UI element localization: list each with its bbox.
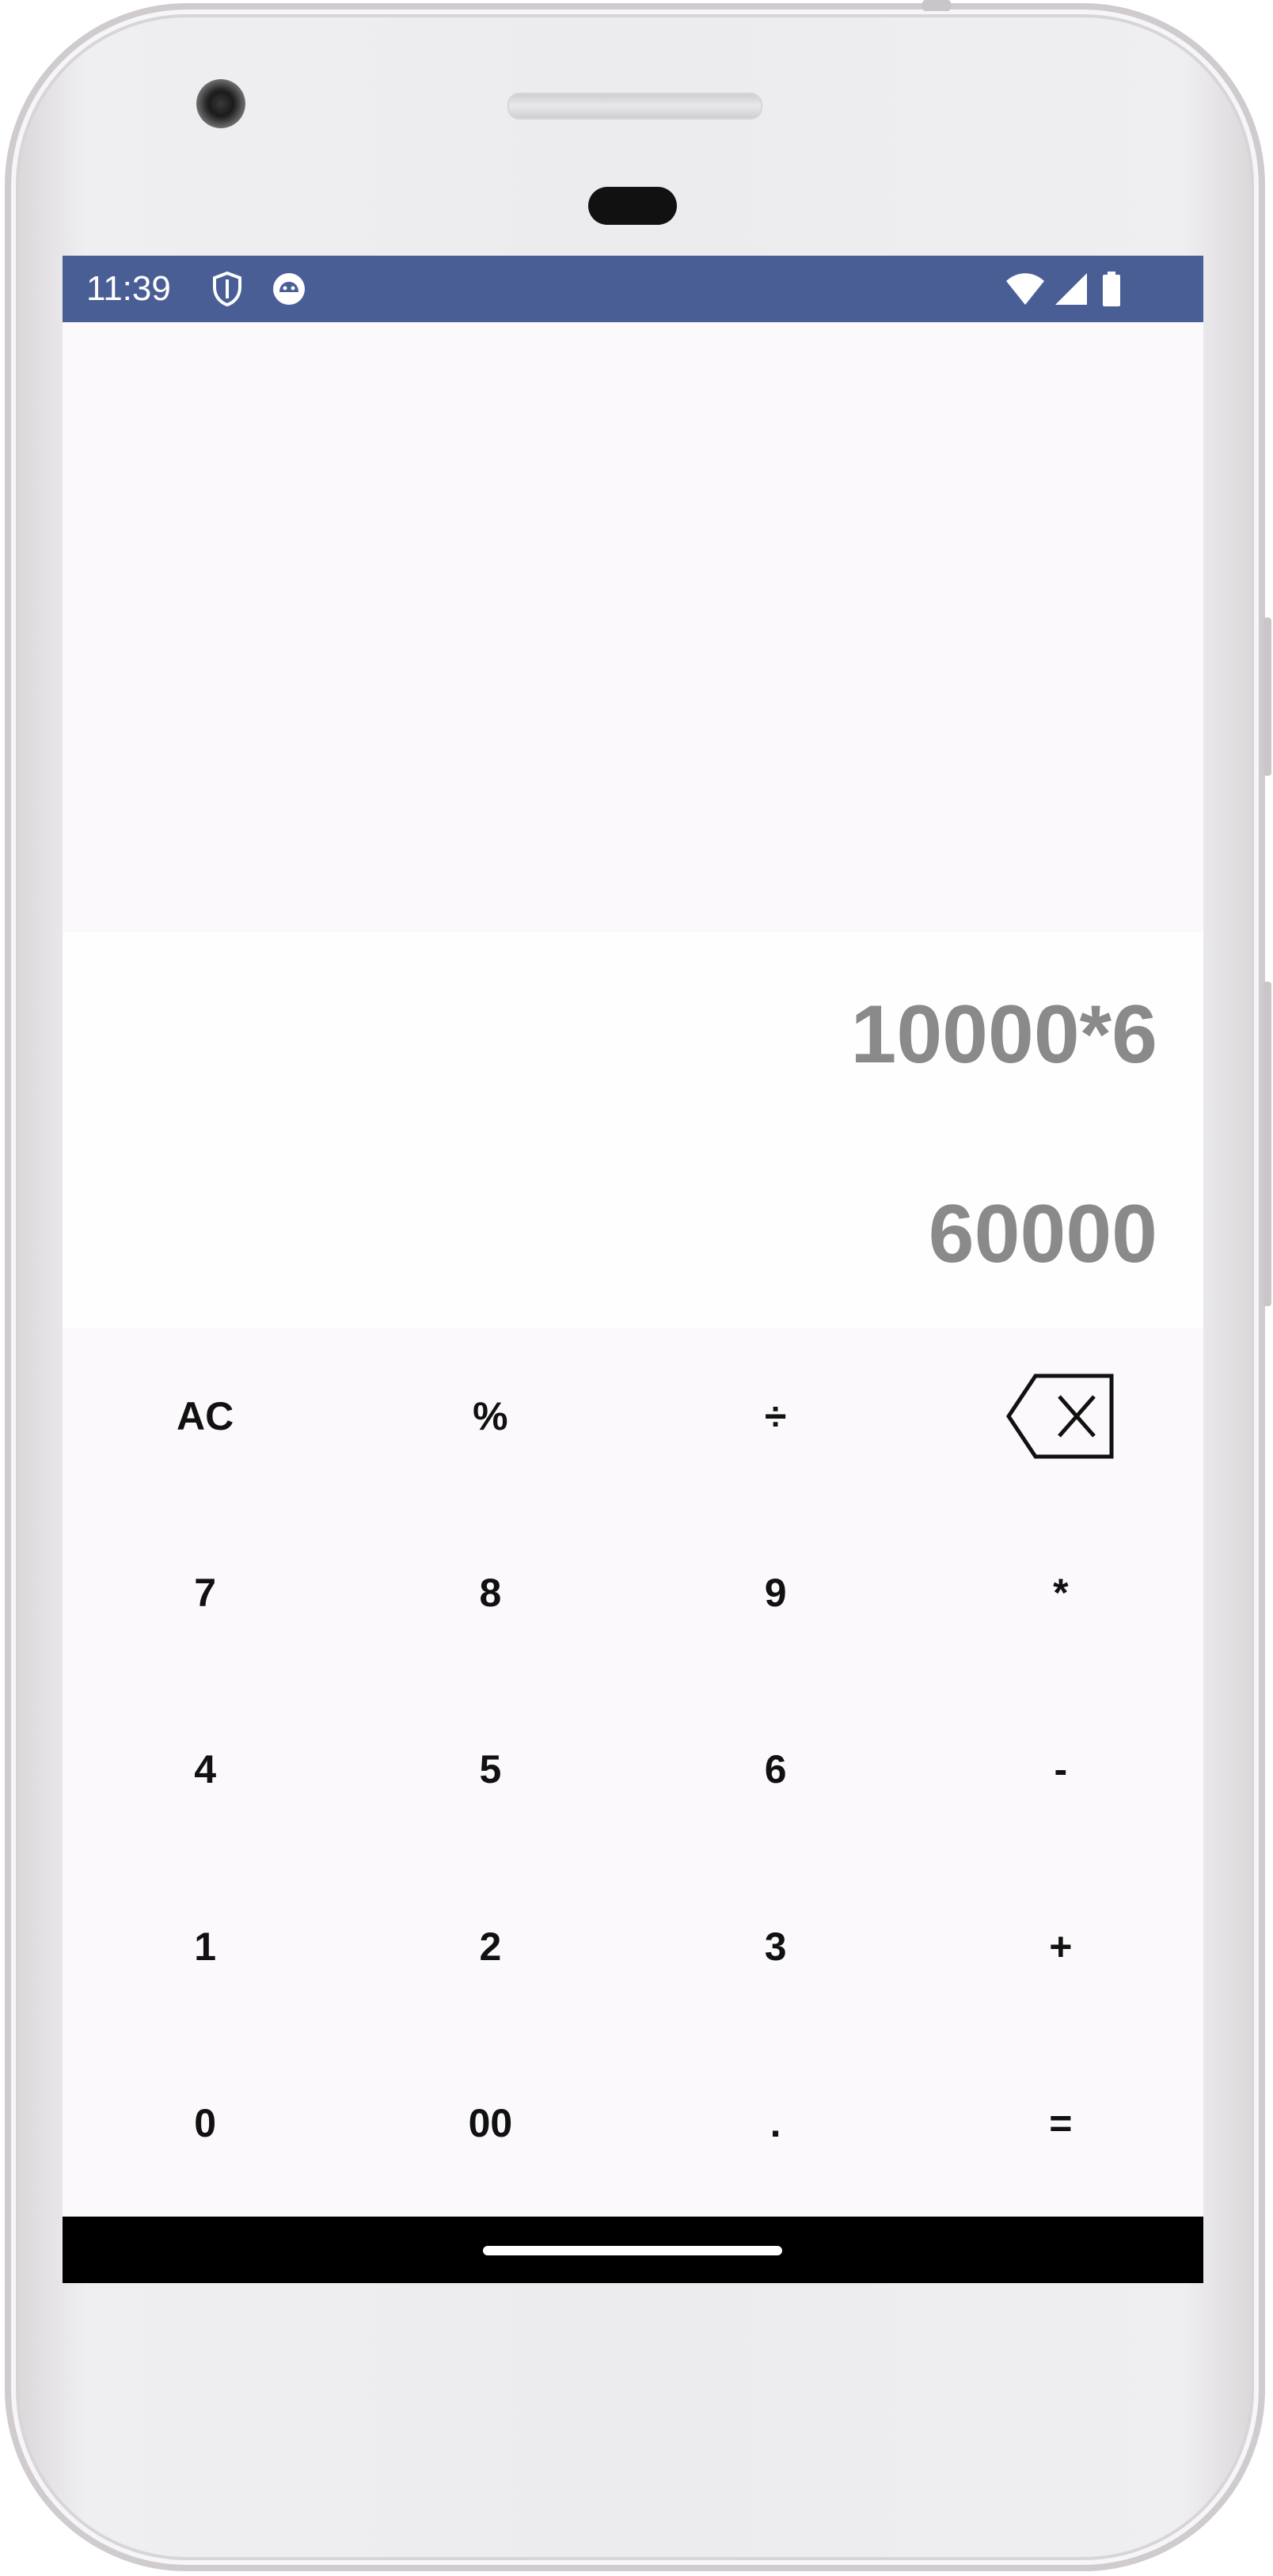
front-camera	[196, 79, 245, 128]
battery-icon	[1103, 272, 1120, 306]
top-button	[922, 0, 951, 11]
proximity-sensor	[588, 187, 677, 225]
shield-icon	[213, 271, 241, 307]
minus-button[interactable]: -	[918, 1681, 1203, 1858]
digit-2-button[interactable]: 2	[348, 1858, 633, 2035]
digit-8-button[interactable]: 8	[348, 1504, 633, 1681]
navigation-bar	[63, 2217, 1203, 2283]
status-bar: 11:39	[63, 256, 1203, 322]
percent-button[interactable]: %	[348, 1328, 633, 1504]
digit-6-button[interactable]: 6	[633, 1681, 918, 1858]
result-text: 60000	[928, 1188, 1157, 1280]
digit-1-button[interactable]: 1	[63, 1858, 348, 2035]
screen: 11:39 10000*6 60000 AC % ÷ 7 8 9 * 4 5 6…	[63, 256, 1203, 2283]
equals-button[interactable]: =	[918, 2035, 1203, 2212]
plus-button[interactable]: +	[918, 1858, 1203, 2035]
digit-9-button[interactable]: 9	[633, 1504, 918, 1681]
clear-button[interactable]: AC	[63, 1328, 348, 1504]
status-time: 11:39	[86, 269, 171, 308]
power-button	[1264, 617, 1271, 776]
digit-7-button[interactable]: 7	[63, 1504, 348, 1681]
digit-3-button[interactable]: 3	[633, 1858, 918, 2035]
android-debug-icon	[273, 273, 305, 305]
digit-5-button[interactable]: 5	[348, 1681, 633, 1858]
digit-0-button[interactable]: 0	[63, 2035, 348, 2212]
cell-signal-icon	[1055, 273, 1087, 305]
earpiece-speaker	[507, 93, 762, 120]
expression-text: 10000*6	[850, 989, 1157, 1081]
multiply-button[interactable]: *	[918, 1504, 1203, 1681]
volume-button	[1264, 982, 1271, 1306]
keypad: AC % ÷ 7 8 9 * 4 5 6 - 1 2 3 + 0 00 . =	[63, 1328, 1203, 2212]
history-area	[63, 322, 1203, 932]
wifi-icon	[1006, 273, 1044, 305]
decimal-button[interactable]: .	[633, 2035, 918, 2212]
home-gesture-pill[interactable]	[483, 2246, 782, 2255]
digit-4-button[interactable]: 4	[63, 1681, 348, 1858]
backspace-icon	[1005, 1373, 1114, 1459]
calculator-display: 10000*6 60000	[63, 932, 1203, 1328]
double-zero-button[interactable]: 00	[348, 2035, 633, 2212]
divide-button[interactable]: ÷	[633, 1328, 918, 1504]
backspace-button[interactable]	[918, 1328, 1203, 1504]
